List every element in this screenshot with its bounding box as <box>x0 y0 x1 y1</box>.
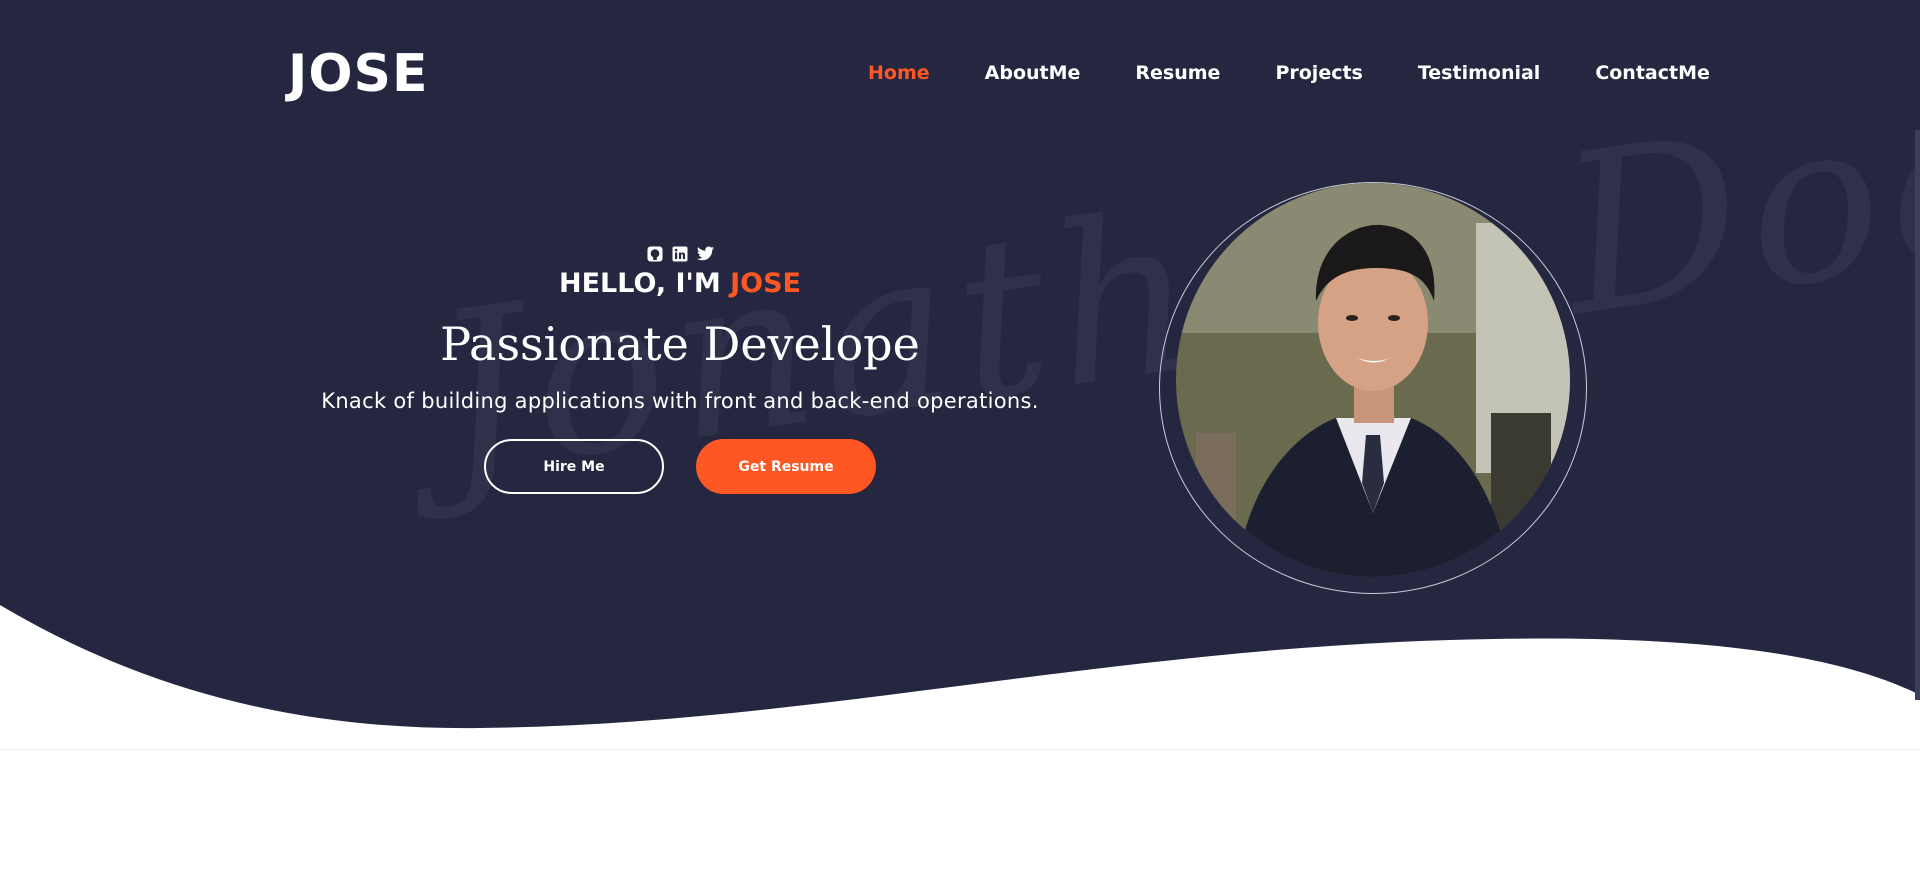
profile-photo <box>1176 183 1570 577</box>
hero-actions: Hire Me Get Resume <box>290 439 1070 494</box>
main-nav: Home AboutMe Resume Projects Testimonial… <box>868 62 1765 84</box>
wave-divider <box>0 605 1920 760</box>
hello-name: JOSE <box>730 268 801 299</box>
nav-item-contactme[interactable]: ContactMe <box>1595 62 1710 84</box>
site-logo[interactable]: JOSE <box>288 44 429 104</box>
hero-intro: HELLO, I'M JOSE Passionate Develope Knac… <box>290 245 1070 494</box>
hero-description: Knack of building applications with fron… <box>321 389 1039 413</box>
nav-item-projects[interactable]: Projects <box>1275 62 1362 84</box>
hire-me-button[interactable]: Hire Me <box>484 439 664 494</box>
social-links <box>290 245 1070 262</box>
github-icon[interactable] <box>647 245 664 262</box>
scrollbar[interactable] <box>1915 130 1920 700</box>
hero-greeting: HELLO, I'M JOSE <box>290 268 1070 299</box>
hello-prefix: HELLO, I'M <box>559 268 731 299</box>
nav-item-testimonial[interactable]: Testimonial <box>1418 62 1540 84</box>
hero-section: Jonathan Doe JOSE Home AboutMe Resume Pr… <box>0 0 1920 760</box>
section-divider <box>0 749 1920 750</box>
nav-item-resume[interactable]: Resume <box>1135 62 1220 84</box>
nav-item-aboutme[interactable]: AboutMe <box>985 62 1081 84</box>
twitter-icon[interactable] <box>696 245 714 262</box>
hero-tagline: Passionate Develope <box>440 317 920 371</box>
linkedin-icon[interactable] <box>672 245 689 262</box>
nav-item-home[interactable]: Home <box>868 62 930 84</box>
get-resume-button[interactable]: Get Resume <box>696 439 876 494</box>
